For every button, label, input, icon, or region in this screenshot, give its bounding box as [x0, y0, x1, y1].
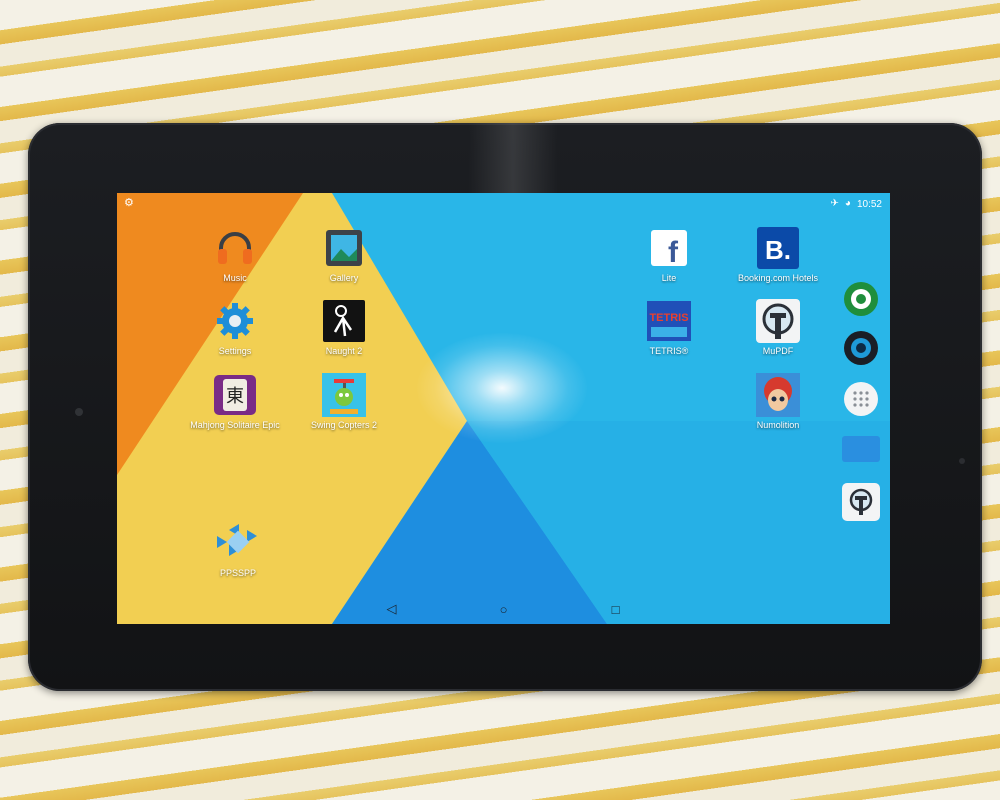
- app-ppsspp[interactable]: PPSSPP: [183, 521, 293, 578]
- app-drawer-icon[interactable]: [844, 382, 878, 416]
- home-button[interactable]: ○: [494, 602, 514, 617]
- battery-icon: ◕: [844, 198, 851, 209]
- app-settings[interactable]: Settings: [180, 299, 290, 356]
- app-swing-copters-2[interactable]: Swing Copters 2: [289, 373, 399, 430]
- booking-icon: B.: [756, 226, 800, 270]
- gamepad-icon: [216, 521, 260, 565]
- status-bar: ✈ ◕ 10:52: [831, 197, 882, 211]
- gear-icon: [213, 299, 257, 343]
- mupdf-icon[interactable]: [842, 483, 880, 521]
- wallpaper-settings-icon[interactable]: ⚙: [124, 196, 134, 209]
- status-time: 10:52: [856, 198, 882, 210]
- mupdf-icon: [756, 299, 800, 343]
- naught-icon: [322, 299, 366, 343]
- front-camera: [75, 408, 83, 416]
- app-label: Naught 2: [325, 346, 363, 356]
- back-button[interactable]: ◁: [382, 601, 402, 617]
- app-mupdf[interactable]: MuPDF: [723, 299, 833, 356]
- facebook-glyph: f: [668, 236, 679, 266]
- app-booking[interactable]: B. Booking.com Hotels: [723, 226, 833, 283]
- headphones-icon: [213, 226, 257, 270]
- app-label: Swing Copters 2: [310, 420, 378, 430]
- mahjong-glyph: 東: [226, 386, 244, 407]
- app-facebook-lite[interactable]: f Lite: [614, 226, 724, 283]
- recents-button[interactable]: □: [606, 602, 626, 617]
- mahjong-tile-icon: 東: [213, 373, 257, 417]
- app-numolition[interactable]: Numolition: [723, 373, 833, 430]
- picture-icon: [322, 226, 366, 270]
- camera-icon[interactable]: [844, 331, 878, 365]
- booking-glyph: B.: [765, 235, 791, 265]
- app-label: Music: [223, 273, 247, 283]
- app-label: Mahjong Solitaire Epic: [190, 420, 280, 430]
- app-label: TETRIS®: [649, 346, 689, 356]
- app-label: Settings: [218, 346, 252, 356]
- app-label: Booking.com Hotels: [737, 273, 819, 283]
- app-music[interactable]: Music: [180, 226, 290, 283]
- app-naught-2[interactable]: Naught 2: [289, 299, 399, 356]
- app-gallery[interactable]: Gallery: [289, 226, 399, 283]
- airplane-icon: ✈: [830, 198, 839, 209]
- browser-icon[interactable]: [844, 282, 878, 316]
- app-mahjong-solitaire-epic[interactable]: 東 Mahjong Solitaire Epic: [180, 373, 290, 430]
- app-label: Lite: [661, 273, 677, 283]
- app-label: PPSSPP: [219, 568, 257, 578]
- copter-icon: [322, 373, 366, 417]
- facebook-icon: f: [647, 226, 691, 270]
- navigation-bar: ◁ ○ □: [117, 594, 890, 624]
- bezel-glare: [468, 123, 558, 193]
- home-screen[interactable]: ⚙ ✈ ◕ 10:52 Music Gallery Settings Naugh…: [117, 193, 890, 624]
- app-label: Gallery: [329, 273, 359, 283]
- app-label: MuPDF: [762, 346, 794, 356]
- app-tetris[interactable]: TETRIS TETRIS®: [614, 299, 724, 356]
- screen-glare: [417, 333, 587, 443]
- tetris-logo-text: TETRIS: [649, 312, 688, 324]
- tetris-icon: TETRIS: [647, 299, 691, 343]
- email-icon[interactable]: [842, 436, 880, 462]
- light-sensor: [959, 458, 965, 464]
- app-label: Numolition: [756, 420, 800, 430]
- numolition-icon: [756, 373, 800, 417]
